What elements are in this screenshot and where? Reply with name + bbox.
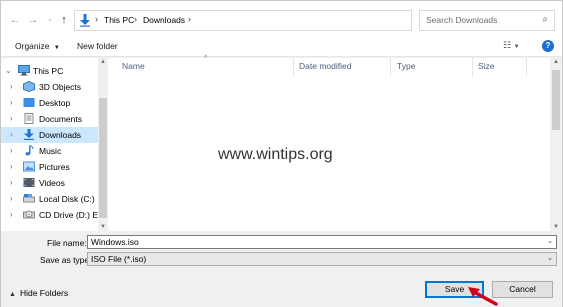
tree-item-cd-drive[interactable]: › CD Drive (D:) ESI <box>1 207 98 223</box>
chevron-right-icon[interactable]: › <box>10 194 13 203</box>
chevron-right-icon[interactable]: › <box>10 146 13 155</box>
file-list[interactable]: ^ Name Date modified Type Size www.winti… <box>108 55 550 231</box>
cube-folder-icon <box>23 81 35 92</box>
save-options-panel: File name: Windows.iso ⌄ Save as type: I… <box>1 231 562 307</box>
tree-item-pictures[interactable]: › Pictures <box>1 159 98 175</box>
documents-folder-icon <box>24 113 34 124</box>
tree-item-label: This PC <box>33 66 64 76</box>
scroll-up-icon[interactable]: ▲ <box>100 59 106 65</box>
drive-icon <box>23 194 35 203</box>
chevron-right-icon[interactable]: › <box>10 98 13 107</box>
scroll-up-icon[interactable]: ▲ <box>553 59 559 65</box>
save-as-dialog: ← → ⌄ ↑ › This PC › Downloads › ⌄ ↻ Sear… <box>0 0 563 307</box>
scrollbar-thumb[interactable] <box>99 98 107 218</box>
address-bar[interactable]: › This PC › Downloads › ⌄ ↻ <box>74 10 479 31</box>
column-header-size[interactable]: Size <box>478 61 495 71</box>
back-arrow-icon[interactable]: ← <box>9 14 21 26</box>
address-row: ← → ⌄ ↑ › This PC › Downloads › ⌄ ↻ Sear… <box>1 1 562 37</box>
hide-folders-button[interactable]: ▲ Hide Folders <box>9 288 68 298</box>
save-as-type-value[interactable]: ISO File (*.iso) <box>91 254 146 264</box>
chevron-down-icon: ▼ <box>53 45 60 51</box>
organize-button[interactable]: Organize ▼ <box>15 41 60 51</box>
recent-locations-chevron-icon[interactable]: ⌄ <box>44 14 56 26</box>
tree-item-label: CD Drive (D:) ESI <box>39 210 98 220</box>
chevron-right-icon[interactable]: › <box>10 210 13 219</box>
tree-item-local-disk[interactable]: › Local Disk (C:) <box>1 191 98 207</box>
computer-icon <box>18 65 30 76</box>
tree-item-videos[interactable]: › Videos <box>1 175 98 191</box>
column-header-name[interactable]: Name <box>122 61 145 71</box>
tree-item-this-pc[interactable]: ⌄ This PC <box>1 63 98 79</box>
navigation-pane: ⌄ This PC › 3D Objects › Desktop › Docum… <box>1 58 98 231</box>
tree-item-label: Videos <box>39 178 65 188</box>
watermark-text: www.wintips.org <box>218 146 333 163</box>
column-divider[interactable] <box>526 58 527 76</box>
scrollbar-thumb[interactable] <box>552 70 560 130</box>
videos-folder-icon <box>23 178 35 187</box>
chevron-down-icon[interactable]: ⌄ <box>5 66 12 75</box>
breadcrumb-separator-icon[interactable]: › <box>188 14 191 24</box>
sort-ascending-icon: ^ <box>204 55 208 62</box>
download-location-icon <box>80 14 90 27</box>
column-header-type[interactable]: Type <box>397 61 415 71</box>
column-divider[interactable] <box>472 58 473 76</box>
breadcrumb-separator-icon[interactable]: › <box>95 14 98 24</box>
save-as-type-select[interactable]: ISO File (*.iso) ⌄ <box>87 252 557 266</box>
download-arrow-icon <box>24 129 34 140</box>
navigation-scrollbar[interactable]: ▲ ▼ <box>98 58 108 231</box>
file-list-scrollbar[interactable]: ▲ ▼ <box>550 58 562 231</box>
file-name-value[interactable]: Windows.iso <box>91 237 139 247</box>
tree-item-label: Documents <box>39 114 82 124</box>
tree-item-documents[interactable]: › Documents <box>1 111 98 127</box>
tree-item-label: Music <box>39 146 62 156</box>
help-icon[interactable]: ? <box>542 40 554 52</box>
breadcrumb-downloads[interactable]: Downloads <box>143 15 185 25</box>
tree-item-label: Local Disk (C:) <box>39 194 95 204</box>
column-divider[interactable] <box>293 58 294 76</box>
chevron-down-icon[interactable]: ⌄ <box>547 254 553 262</box>
column-divider[interactable] <box>390 58 391 76</box>
cd-drive-icon <box>23 210 35 219</box>
pictures-folder-icon <box>23 161 35 172</box>
breadcrumb-separator-icon[interactable]: › <box>134 14 137 24</box>
new-folder-button[interactable]: New folder <box>77 41 118 51</box>
tree-item-label: Desktop <box>39 98 71 108</box>
chevron-right-icon[interactable]: › <box>10 82 13 91</box>
scroll-down-icon[interactable]: ▼ <box>100 224 106 230</box>
tree-item-label: Downloads <box>39 130 82 140</box>
file-name-field[interactable]: Windows.iso ⌄ <box>87 235 557 249</box>
chevron-down-icon[interactable]: ⌄ <box>547 237 553 245</box>
chevron-right-icon[interactable]: › <box>10 178 13 187</box>
scroll-down-icon[interactable]: ▼ <box>553 224 559 230</box>
column-header-date-modified[interactable]: Date modified <box>299 61 351 71</box>
tree-item-music[interactable]: › Music <box>1 143 98 159</box>
caret-up-icon: ▲ <box>9 291 16 298</box>
annotation-arrow-icon <box>468 287 498 306</box>
desktop-folder-icon <box>23 98 35 107</box>
cancel-button[interactable]: Cancel <box>492 281 553 298</box>
chevron-right-icon[interactable]: › <box>10 162 13 171</box>
view-options-icon[interactable]: ☷ ▼ <box>503 40 520 51</box>
music-note-icon <box>25 145 34 156</box>
organize-label: Organize <box>15 41 50 51</box>
tree-item-label: Pictures <box>39 162 70 172</box>
search-box[interactable]: Search Downloads ⌕ <box>419 10 555 31</box>
command-bar: Organize ▼ New folder ☷ ▼ ? <box>1 37 562 57</box>
chevron-right-icon[interactable]: › <box>10 114 13 123</box>
chevron-right-icon[interactable]: › <box>10 130 13 139</box>
forward-arrow-icon[interactable]: → <box>27 14 39 26</box>
tree-item-3d-objects[interactable]: › 3D Objects <box>1 79 98 95</box>
up-arrow-icon[interactable]: ↑ <box>58 14 70 26</box>
file-name-label: File name: <box>47 238 87 248</box>
tree-item-desktop[interactable]: › Desktop <box>1 95 98 111</box>
search-input[interactable]: Search Downloads <box>426 15 497 25</box>
save-as-type-label: Save as type: <box>40 255 92 265</box>
tree-item-label: 3D Objects <box>39 82 82 92</box>
breadcrumb-this-pc[interactable]: This PC <box>104 15 134 25</box>
hide-folders-label: Hide Folders <box>19 288 69 298</box>
tree-item-downloads[interactable]: › Downloads <box>1 127 98 143</box>
search-icon: ⌕ <box>542 14 548 25</box>
